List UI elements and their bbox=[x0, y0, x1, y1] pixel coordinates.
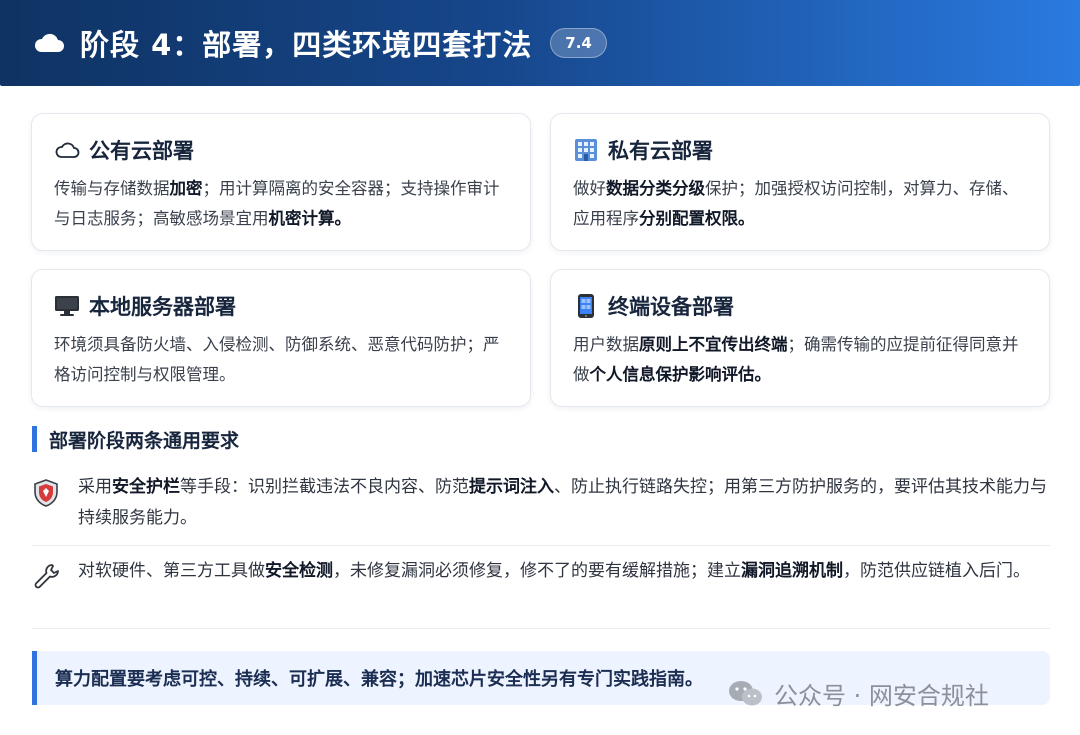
text-segment: 对软硬件、第三方工具做 bbox=[78, 561, 265, 581]
card-body: 环境须具备防火墙、入侵检测、防御系统、恶意代码防护；严格访问控制与权限管理。 bbox=[54, 330, 508, 390]
emphasis-text: 提示词注入 bbox=[469, 477, 554, 497]
card-title: 私有云部署 bbox=[608, 139, 713, 163]
emphasis-text: 原则上不宜传出终端 bbox=[639, 335, 788, 354]
page-header: 阶段 4：部署，四类环境四套打法 7.4 bbox=[0, 0, 1080, 86]
page-title: 阶段 4：部署，四类环境四套打法 bbox=[80, 28, 533, 62]
emphasis-text: 机密计算。 bbox=[268, 209, 352, 228]
text-segment: 等手段：识别拦截违法不良内容、防范 bbox=[180, 477, 469, 497]
emphasis-text: 个人信息保护影响评估。 bbox=[589, 365, 772, 384]
card-body: 传输与存储数据加密；用计算隔离的安全容器；支持操作审计与日志服务；高敏感场景宜用… bbox=[54, 174, 508, 234]
text-segment: 环境须具备防火墙、入侵检测、防御系统、恶意代码防护；严格访问控制与权限管理。 bbox=[54, 335, 500, 384]
card-title: 终端设备部署 bbox=[608, 295, 734, 319]
requirement-item: 采用安全护栏等手段：识别拦截违法不良内容、防范提示词注入、防止执行链路失控；用第… bbox=[32, 472, 1050, 534]
emphasis-text: 漏洞追溯机制 bbox=[741, 561, 843, 581]
emphasis-text: 安全护栏 bbox=[112, 477, 180, 497]
emphasis-text: 分别配置权限。 bbox=[639, 209, 755, 228]
wrench-icon bbox=[34, 564, 59, 589]
section-title: 部署阶段两条通用要求 bbox=[32, 426, 239, 452]
text-segment: ，未修复漏洞必须修复，修不了的要有缓解措施；建立 bbox=[333, 561, 741, 581]
desktop-computer-icon bbox=[54, 293, 80, 319]
requirement-text: 对软硬件、第三方工具做安全检测，未修复漏洞必须修复，修不了的要有缓解措施；建立漏… bbox=[78, 556, 1030, 587]
text-segment: 采用 bbox=[78, 477, 112, 497]
version-badge: 7.4 bbox=[550, 28, 607, 58]
requirement-text: 采用安全护栏等手段：识别拦截违法不良内容、防范提示词注入、防止执行链路失控；用第… bbox=[78, 472, 1050, 534]
cloud-outline-icon bbox=[54, 137, 80, 163]
text-segment: 做好 bbox=[573, 179, 606, 198]
divider bbox=[32, 628, 1050, 629]
shield-icon bbox=[34, 479, 58, 507]
text-segment: 用户数据 bbox=[573, 335, 639, 354]
office-building-icon bbox=[573, 137, 599, 163]
watermark-text: 公众号 · 网安合规社 bbox=[774, 681, 989, 710]
note-text: 算力配置要考虑可控、持续、可扩展、兼容；加速芯片安全性另有专门实践指南。 bbox=[55, 669, 703, 690]
card-title: 本地服务器部署 bbox=[89, 295, 236, 319]
text-segment: ，防范供应链植入后门。 bbox=[843, 561, 1030, 581]
watermark: 公众号 · 网安合规社 bbox=[726, 676, 989, 710]
emphasis-text: 数据分类分级 bbox=[606, 179, 705, 198]
cloud-icon bbox=[34, 33, 64, 52]
card-private-cloud: 私有云部署 做好数据分类分级保护；加强授权访问控制，对算力、存储、应用程序分别配… bbox=[550, 113, 1050, 251]
emphasis-text: 安全检测 bbox=[265, 561, 333, 581]
card-title: 公有云部署 bbox=[89, 139, 194, 163]
mobile-phone-icon bbox=[573, 293, 599, 319]
text-segment: 传输与存储数据 bbox=[54, 179, 170, 198]
emphasis-text: 加密 bbox=[169, 179, 203, 198]
card-terminal-device: 终端设备部署 用户数据原则上不宜传出终端；确需传输的应提前征得同意并做个人信息保… bbox=[550, 269, 1050, 407]
wechat-icon bbox=[729, 681, 762, 706]
card-body: 做好数据分类分级保护；加强授权访问控制，对算力、存储、应用程序分别配置权限。 bbox=[573, 174, 1027, 234]
divider bbox=[32, 545, 1050, 546]
card-public-cloud: 公有云部署 传输与存储数据加密；用计算隔离的安全容器；支持操作审计与日志服务；高… bbox=[31, 113, 531, 251]
card-body: 用户数据原则上不宜传出终端；确需传输的应提前征得同意并做个人信息保护影响评估。 bbox=[573, 330, 1027, 390]
card-local-server: 本地服务器部署 环境须具备防火墙、入侵检测、防御系统、恶意代码防护；严格访问控制… bbox=[31, 269, 531, 407]
requirement-item: 对软硬件、第三方工具做安全检测，未修复漏洞必须修复，修不了的要有缓解措施；建立漏… bbox=[32, 556, 1050, 592]
